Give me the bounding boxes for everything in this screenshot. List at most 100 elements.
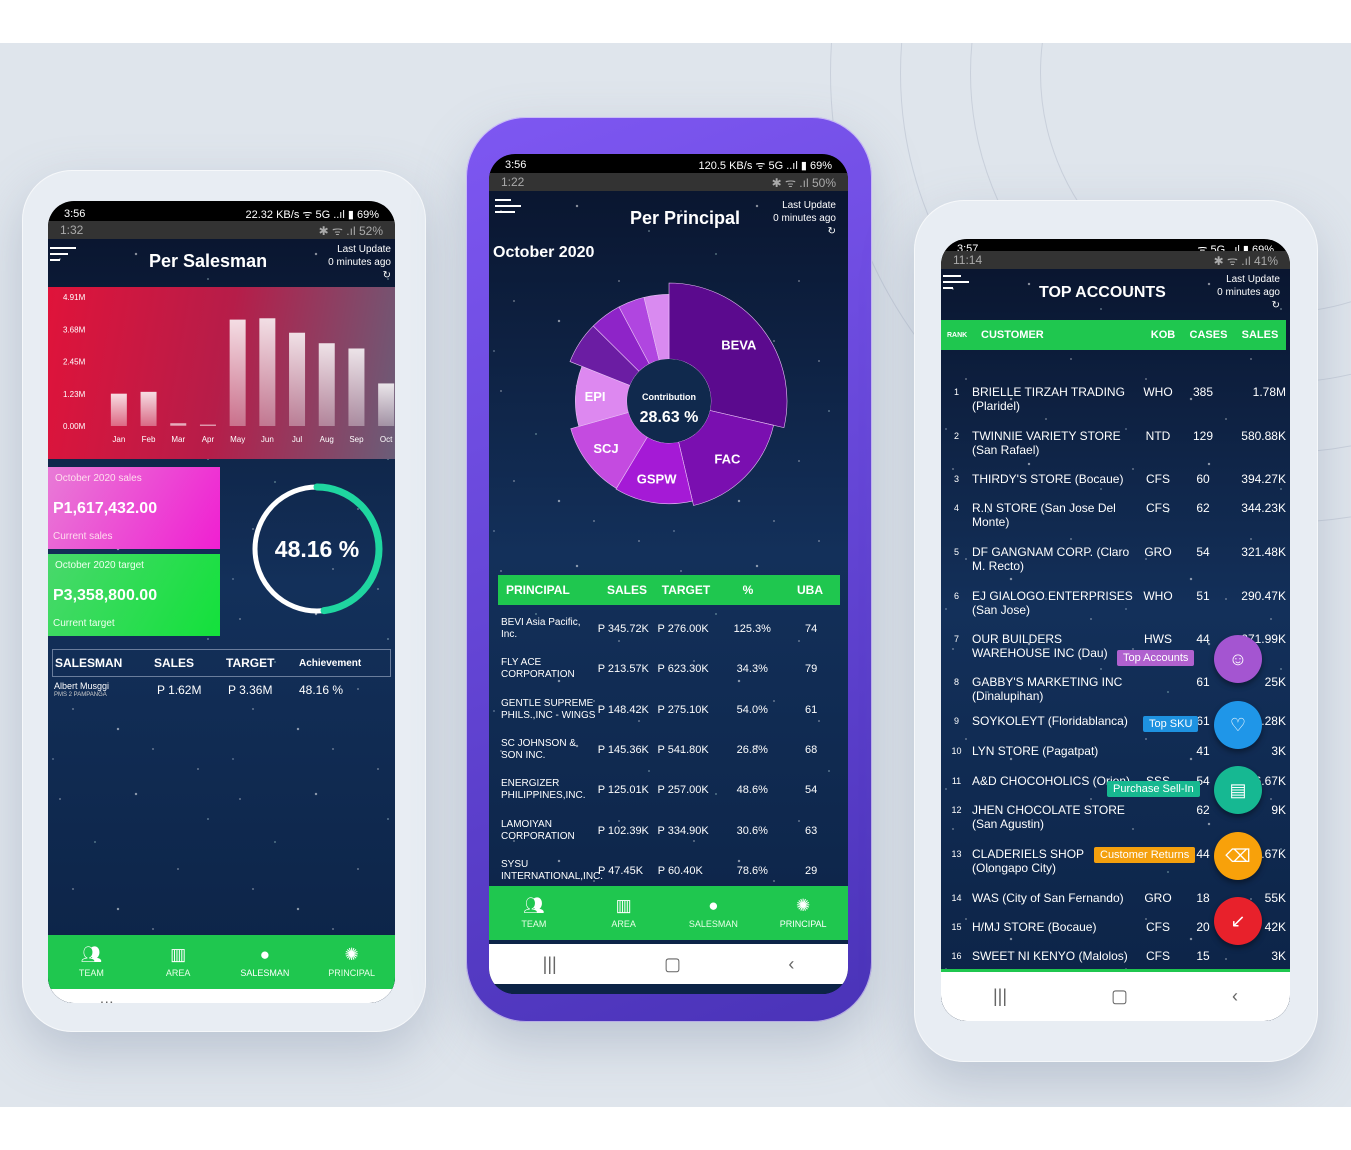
- top-sku-fab[interactable]: ♡: [1214, 701, 1262, 749]
- account-customer: SOYKOLEYT (Floridablanca): [972, 714, 1128, 728]
- table-row[interactable]: ENERGIZER PHILIPPINES,INC. P 125.01K P 257…: [501, 772, 841, 808]
- account-cases: 129: [1192, 429, 1214, 443]
- table-row[interactable]: LAMOIYAN CORPORATION P 102.39K P 334.90K 30…: [501, 813, 841, 849]
- table-row[interactable]: FLY ACE CORPORATION P 213.57K P 623.30K 34.…: [501, 651, 841, 687]
- nav-principal[interactable]: ✺ PRINCIPAL: [758, 886, 848, 940]
- nav-principal[interactable]: ✺ PRINCIPAL: [308, 935, 395, 989]
- last-update-time: 0 minutes ago: [773, 213, 836, 224]
- account-customer: EJ GIALOGO ENTERPRISES (San Jose): [972, 589, 1133, 617]
- principal-percent: 26.8%: [736, 743, 768, 756]
- account-rank: 16: [951, 951, 962, 961]
- refresh-icon[interactable]: ↻: [773, 225, 836, 238]
- bar-feb: [140, 391, 157, 426]
- table-row[interactable]: GENTLE SUPREME PHILS.,INC - WINGS P 148.4…: [501, 692, 841, 728]
- system-nav-bar: ||| ▢ ‹: [941, 972, 1290, 1021]
- returns-fab[interactable]: ⌫: [1214, 832, 1262, 880]
- menu-icon[interactable]: [495, 199, 521, 219]
- nav-salesman[interactable]: ● SALESMAN: [222, 935, 309, 989]
- nav-team-label: TEAM: [78, 968, 104, 978]
- account-rank: 14: [951, 893, 962, 903]
- account-customer: DF GANGNAM CORP. (Claro M. Recto): [972, 545, 1130, 573]
- account-kob: WHO: [1143, 385, 1173, 399]
- principal-name: GENTLE SUPREME PHILS.,INC - WINGS: [501, 697, 596, 721]
- account-sales: 290.47K: [1241, 589, 1286, 603]
- principal-target: P 275.10K: [657, 703, 709, 716]
- principal-name: FLY ACE CORPORATION: [501, 657, 575, 681]
- nav-principal-label: PRINCIPAL: [328, 968, 376, 978]
- table-row[interactable]: 3 THIRDY'S STORE (Bocaue) CFS 60 394.27K: [941, 472, 1286, 486]
- home-icon[interactable]: ▢: [664, 954, 681, 975]
- refresh-icon[interactable]: ↻: [1217, 299, 1280, 312]
- account-rank: 8: [953, 677, 959, 687]
- account-rank: 10: [951, 746, 962, 756]
- back-icon[interactable]: ‹: [337, 999, 343, 1004]
- refresh-icon[interactable]: ↻: [328, 269, 391, 282]
- phone-screen-principal: 3:56 120.5 KB/s ᯤ 5G ..ıl ▮ 69% 1:22 ✱ ᯤ…: [489, 154, 848, 994]
- x-tick-label: Sep: [349, 435, 364, 444]
- nav-area[interactable]: ▥ AREA: [579, 886, 669, 940]
- back-icon[interactable]: ‹: [788, 954, 794, 975]
- table-row[interactable]: 6 EJ GIALOGO ENTERPRISES (San Jose) WHO 51 2…: [941, 589, 1286, 617]
- bottom-nav: 👥︎ TEAM ▥ AREA ● SALESMAN ✺ PRINCIPAL: [48, 935, 395, 989]
- nav-salesman[interactable]: ● SALESMAN: [669, 886, 759, 940]
- secondary-status-bar: 11:14 ✱ ᯤ .ıl 41%: [941, 251, 1290, 269]
- principal-name: SC JOHNSON & SON INC.: [501, 737, 577, 761]
- nav-team[interactable]: 👥︎ TEAM: [48, 935, 135, 989]
- col-target: TARGET: [226, 656, 275, 670]
- accounts-table-header: RANK CUSTOMER KOB CASES SALES: [941, 320, 1286, 350]
- page-title: Per Salesman: [149, 251, 268, 271]
- top-accounts-fab[interactable]: ☺: [1214, 635, 1262, 683]
- table-row[interactable]: SYSU INTERNATIONAL,INC. P 47.45K P 60.40K 7…: [501, 853, 841, 889]
- account-rank: 1: [953, 387, 959, 397]
- system-nav-bar: ||| ▢ ‹: [48, 989, 395, 1003]
- principal-target: P 257.00K: [657, 784, 709, 797]
- recents-icon[interactable]: |||: [993, 986, 1007, 1007]
- principal-contribution-chart: Contribution 28.63 % BEVA FAC GSPW SCJ EPI: [569, 282, 788, 506]
- account-kob: WHO: [1143, 589, 1173, 603]
- table-row[interactable]: SC JOHNSON & SON INC. P 145.36K P 541.80K 2…: [501, 732, 841, 768]
- menu-icon[interactable]: [50, 247, 76, 267]
- col-customer: CUSTOMER: [981, 329, 1044, 341]
- table-row[interactable]: 1 BRIELLE TIRZAH TRADING (Plaridel) WHO 385…: [941, 385, 1286, 413]
- target-card: October 2020 target P3,358,800.00 Curren…: [48, 554, 220, 636]
- y-tick-label: 2.45M: [63, 358, 86, 367]
- table-row[interactable]: 5 DF GANGNAM CORP. (Claro M. Recto) GRO 54 3…: [941, 545, 1286, 573]
- bottom-nav: 👥︎ TEAM ▥ AREA ● SALESMAN ✺ PRINCIPAL: [489, 886, 848, 940]
- principal-uba: 54: [804, 784, 818, 797]
- nav-team[interactable]: 👥︎ TEAM: [489, 886, 579, 940]
- home-icon[interactable]: ▢: [217, 999, 234, 1004]
- x-tick-label: Oct: [380, 435, 393, 444]
- y-tick-label: 3.68M: [63, 325, 86, 334]
- table-row[interactable]: 2 TWINNIE VARIETY STORE (San Rafael) NTD 12…: [941, 429, 1286, 457]
- col-sales: SALES: [606, 583, 647, 597]
- account-sales: 3K: [1271, 949, 1286, 963]
- principal-name: BEVI Asia Pacific, Inc.: [501, 617, 581, 640]
- table-row[interactable]: BEVI Asia Pacific, Inc. P 345.72K P 276.00…: [501, 611, 841, 647]
- table-row[interactable]: Albert Musggi PMS 2 PAMPANGA P 1.62M P 3…: [54, 681, 389, 707]
- last-update: Last Update 0 minutes ago ↻: [773, 199, 836, 238]
- account-rank: 13: [951, 849, 962, 859]
- close-fab[interactable]: ↙: [1214, 897, 1262, 945]
- purchase-fab[interactable]: ▤: [1214, 766, 1262, 814]
- nav-principal-label: PRINCIPAL: [779, 919, 827, 929]
- back-icon[interactable]: ‹: [1232, 986, 1238, 1007]
- table-row[interactable]: 16 SWEET NI KENYO (Malolos) CFS 15 3K: [941, 949, 1286, 963]
- heart-icon: ♡: [1229, 714, 1247, 735]
- menu-icon[interactable]: [943, 275, 969, 295]
- account-customer: JHEN CHOCOLATE STORE (San Agustin): [972, 803, 1125, 831]
- table-row[interactable]: 4 R.N STORE (San Jose Del Monte) CFS 62 344.…: [941, 501, 1286, 529]
- donut-slice-label: EPI: [585, 389, 606, 404]
- nav-area[interactable]: ▥ AREA: [135, 935, 222, 989]
- nav-area-label: AREA: [165, 968, 191, 978]
- home-icon[interactable]: ▢: [1111, 986, 1128, 1007]
- fab-label-purchase: Purchase Sell-In: [1107, 781, 1200, 797]
- x-tick-label: May: [230, 435, 245, 444]
- principal-uba: 63: [804, 824, 818, 837]
- recents-icon[interactable]: |||: [543, 954, 557, 975]
- nav-area-label: AREA: [611, 919, 636, 929]
- recents-icon[interactable]: |||: [100, 999, 114, 1004]
- last-update: Last Update 0 minutes ago ↻: [1217, 273, 1280, 312]
- account-customer: TWINNIE VARIETY STORE (San Rafael): [972, 429, 1121, 457]
- account-cases: 54: [1196, 545, 1210, 559]
- account-customer: WAS (City of San Fernando): [972, 891, 1124, 905]
